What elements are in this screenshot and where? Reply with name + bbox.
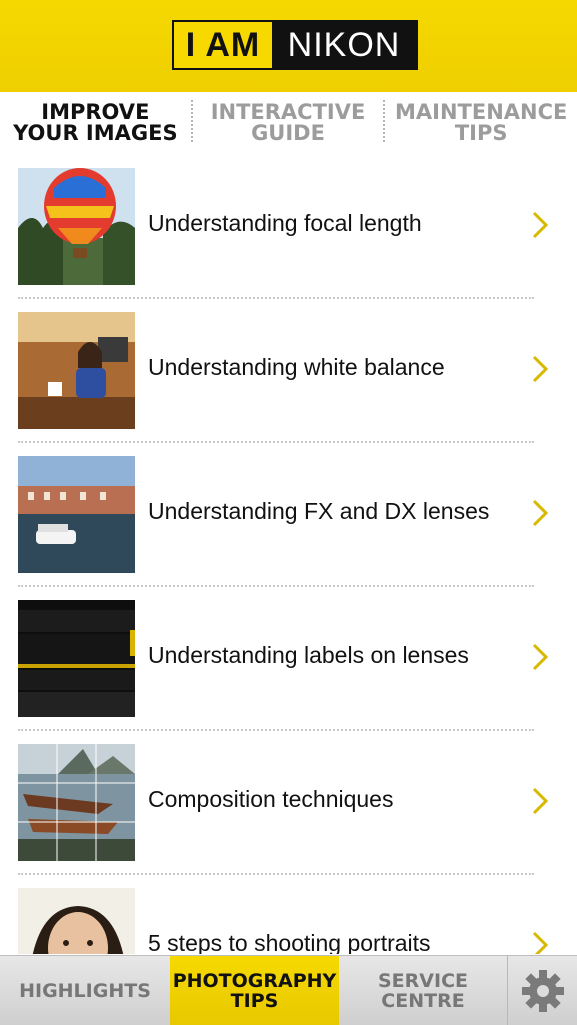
nav-service-centre[interactable]: SERVICE CENTRE [339,956,508,1025]
settings-button[interactable] [508,956,577,1025]
tab-improve-your-images[interactable]: IMPROVE YOUR IMAGES [0,92,191,154]
item-title: 5 steps to shooting portraits [148,930,431,954]
chevron-right-icon [532,355,549,383]
chevron-right-icon [532,499,549,527]
chevron-right-icon [532,643,549,671]
chevron-right-icon [532,787,549,815]
nav-highlights[interactable]: HIGHLIGHTS [0,956,170,1025]
list-divider [18,873,534,875]
nikon-lens-photo [18,600,135,717]
list-item-lens-labels[interactable]: Understanding labels on lenses [0,592,577,736]
chevron-right-icon [532,211,549,239]
list-item-focal-length[interactable]: Understanding focal length [0,160,577,304]
gear-icon [521,969,564,1012]
item-title: Understanding white balance [148,354,445,380]
hot-air-balloon-photo [18,168,135,285]
chevron-right-icon [532,931,549,954]
tab-interactive-guide[interactable]: INTERACTIVE GUIDE [193,92,384,154]
portrait-photo [18,888,135,954]
list-item-portraits[interactable]: 5 steps to shooting portraits [0,880,577,954]
list-divider [18,297,534,299]
tab-maintenance-tips[interactable]: MAINTENANCE TIPS [385,92,577,154]
app-header: I AM NIKON [0,0,577,92]
item-title: Composition techniques [148,786,394,812]
item-title: Understanding FX and DX lenses [148,498,490,524]
nav-photography-tips[interactable]: PHOTOGRAPHY TIPS [170,956,339,1025]
list-item-fx-dx-lenses[interactable]: Understanding FX and DX lenses [0,448,577,592]
canal-boat-photo [18,456,135,573]
list-divider [18,585,534,587]
section-tabs: IMPROVE YOUR IMAGES INTERACTIVE GUIDE MA… [0,92,577,154]
item-title: Understanding labels on lenses [148,642,469,668]
list-item-composition[interactable]: Composition techniques [0,736,577,880]
logo-left-text: I AM [174,22,272,68]
i-am-nikon-logo: I AM NIKON [172,20,418,70]
bottom-nav: HIGHLIGHTS PHOTOGRAPHY TIPS SERVICE CENT… [0,955,577,1025]
list-item-white-balance[interactable]: Understanding white balance [0,304,577,448]
boats-grid-photo [18,744,135,861]
item-title: Understanding focal length [148,210,422,236]
list-divider [18,729,534,731]
logo-right-text: NIKON [272,22,416,68]
list-divider [18,441,534,443]
tips-list: Understanding focal length Understanding… [0,154,577,954]
woman-at-table-photo [18,312,135,429]
